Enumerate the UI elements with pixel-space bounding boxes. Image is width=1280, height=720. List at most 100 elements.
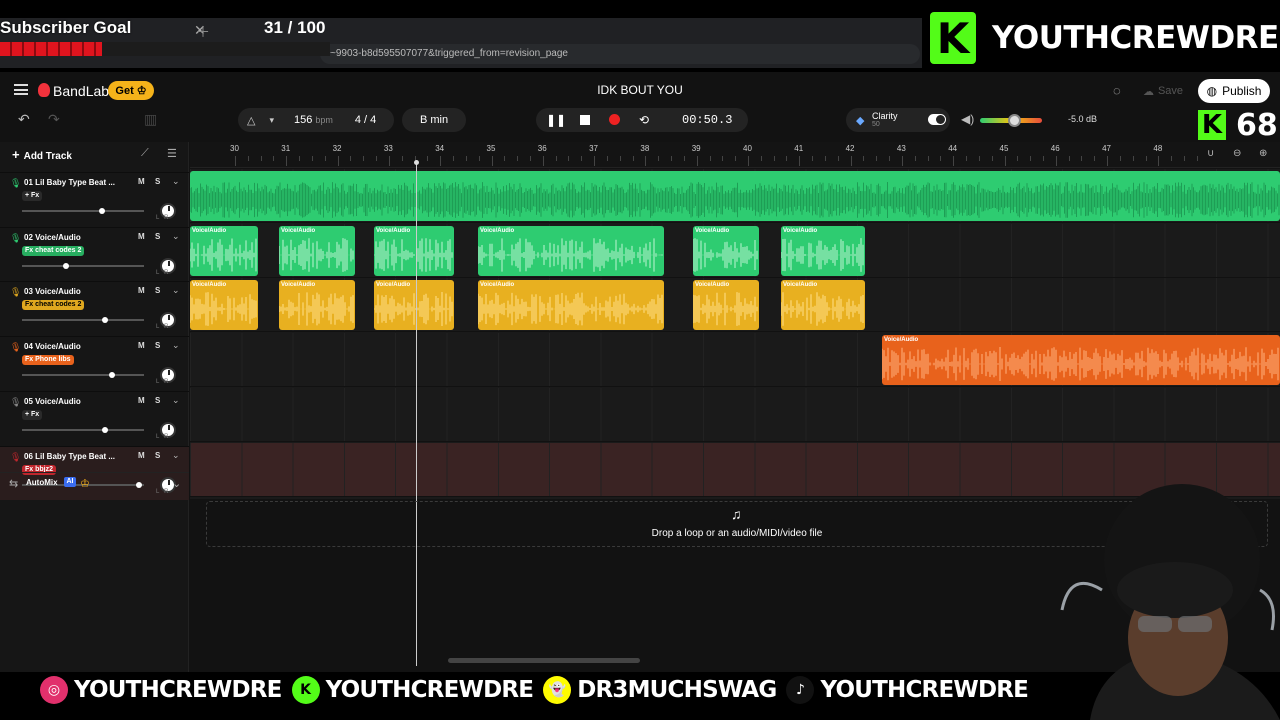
publish-button[interactable]: ◍ Publish bbox=[1198, 79, 1270, 103]
track-header[interactable]: 🎙 04 Voice/Audio Fx Phone libs M S ⌄ L R bbox=[0, 336, 189, 390]
audio-clip[interactable]: Voice/Audio bbox=[478, 225, 664, 276]
track-lanes[interactable]: Voice/Audio Voice/Audio Voice/Audio Voice/A… bbox=[190, 169, 1280, 499]
time-signature[interactable]: 4 / 4 bbox=[355, 114, 376, 126]
solo-button[interactable]: S bbox=[155, 286, 160, 295]
pause-icon[interactable]: ❚❚ bbox=[546, 112, 566, 128]
timeline-ruler[interactable]: ∪ ⊖ ⊕ 30 31 32 33 34 35 36 37 38 39 40 41 42 43 44 45 46… bbox=[190, 142, 1280, 168]
track-name[interactable]: 06 Lil Baby Type Beat ... bbox=[24, 452, 118, 461]
wand-icon[interactable]: ⟋ bbox=[141, 147, 149, 160]
volume-knob[interactable] bbox=[1008, 114, 1022, 127]
track-lane[interactable]: Voice/Audio Voice/Audio Voice/Audio Voice/A… bbox=[190, 278, 1280, 333]
fx-badge[interactable]: + Fx bbox=[22, 191, 43, 201]
audio-clip[interactable]: Voice/Audio bbox=[781, 225, 865, 276]
solo-button[interactable]: S bbox=[155, 177, 160, 186]
track-header[interactable]: 🎙 02 Voice/Audio Fx cheat codes 2 M S ⌄ … bbox=[0, 226, 189, 281]
key-selector[interactable]: B min bbox=[402, 108, 466, 132]
tempo-control[interactable]: △ ▾ 156 bpm 4 / 4 bbox=[238, 108, 394, 132]
audio-clip[interactable]: Voice/Audio bbox=[190, 280, 258, 331]
project-title[interactable]: IDK BOUT YOU bbox=[0, 83, 1280, 97]
track-name[interactable]: 04 Voice/Audio bbox=[24, 342, 118, 351]
clarity-toggle[interactable] bbox=[928, 114, 946, 125]
mute-button[interactable]: M bbox=[138, 286, 145, 295]
track-lane[interactable]: Voice/Audio Voice/Audio Voice/Audio Voice/A… bbox=[190, 223, 1280, 278]
track-name[interactable]: 03 Voice/Audio bbox=[24, 287, 118, 296]
audio-clip[interactable]: Voice/Audio bbox=[693, 280, 759, 331]
solo-button[interactable]: S bbox=[155, 232, 160, 241]
fx-badge[interactable]: + Fx bbox=[22, 409, 43, 420]
mic-icon[interactable]: 🎙 bbox=[10, 397, 21, 408]
track-lane[interactable] bbox=[190, 169, 1280, 223]
track-name[interactable]: 02 Voice/Audio bbox=[24, 233, 118, 242]
keyboard-icon[interactable]: ▥ bbox=[144, 111, 157, 128]
chevron-down-icon[interactable]: ⌄ bbox=[172, 340, 180, 351]
chevron-down-icon[interactable]: ⌄ bbox=[172, 395, 180, 406]
tracks-settings-icon[interactable]: ☰ bbox=[167, 147, 177, 160]
chevron-down-icon[interactable]: ⌄ bbox=[172, 231, 180, 242]
mic-icon[interactable]: 🎙 bbox=[10, 233, 21, 244]
track-lane[interactable]: Voice/Audio bbox=[190, 333, 1280, 388]
chevron-down-icon[interactable]: ⌄ bbox=[172, 285, 180, 296]
redo-icon[interactable]: ↷ bbox=[48, 111, 60, 128]
fader-knob[interactable] bbox=[63, 262, 70, 269]
loop-icon[interactable]: ⟲ bbox=[636, 112, 652, 128]
mic-icon[interactable]: 🎙 bbox=[10, 342, 21, 353]
chevron-down-icon[interactable]: ▾ bbox=[269, 115, 274, 126]
speaker-icon[interactable]: ◀) bbox=[961, 112, 974, 126]
track-lane[interactable] bbox=[190, 387, 1280, 442]
audio-clip[interactable]: Voice/Audio bbox=[279, 225, 355, 276]
mic-icon[interactable]: 🎙 bbox=[10, 452, 21, 463]
audio-clip[interactable]: Voice/Audio bbox=[374, 225, 454, 276]
mute-button[interactable]: M bbox=[138, 177, 145, 186]
bpm-value[interactable]: 156 bbox=[294, 114, 312, 126]
volume-fader[interactable] bbox=[22, 317, 144, 324]
audio-clip[interactable]: Voice/Audio bbox=[190, 225, 258, 276]
audio-clip[interactable]: Voice/Audio bbox=[478, 280, 664, 331]
audio-clip[interactable]: Voice/Audio bbox=[279, 280, 355, 331]
volume-fader[interactable] bbox=[22, 426, 144, 433]
metronome-icon[interactable]: △ bbox=[247, 114, 255, 127]
chevron-down-icon[interactable]: ⌄ bbox=[172, 176, 180, 187]
fader-knob[interactable] bbox=[102, 426, 109, 433]
playhead[interactable] bbox=[414, 160, 419, 666]
mute-button[interactable]: M bbox=[138, 396, 145, 405]
fx-badge[interactable]: Fx cheat codes 2 bbox=[22, 245, 85, 256]
fx-badge[interactable]: Fx cheat codes 2 bbox=[22, 300, 85, 311]
audio-clip[interactable]: Voice/Audio bbox=[693, 225, 759, 276]
stop-icon[interactable] bbox=[580, 115, 590, 125]
fader-knob[interactable] bbox=[102, 317, 109, 324]
audio-clip[interactable]: Voice/Audio bbox=[781, 280, 865, 331]
chevron-down-icon[interactable]: ⌄ bbox=[172, 450, 180, 461]
solo-button[interactable]: S bbox=[155, 396, 160, 405]
automix-row[interactable]: ⇆ AutoMix AI ♔ ⌄ bbox=[0, 472, 189, 494]
fader-knob[interactable] bbox=[109, 372, 116, 379]
undo-icon[interactable]: ↶ bbox=[18, 111, 30, 128]
volume-fader[interactable] bbox=[22, 208, 144, 214]
audio-clip[interactable] bbox=[190, 171, 1280, 221]
audio-clip[interactable]: Voice/Audio bbox=[882, 335, 1280, 386]
track-header[interactable]: 🎙 01 Lil Baby Type Beat ... + Fx M S ⌄ L… bbox=[0, 172, 189, 226]
magnet-icon[interactable]: ∪ bbox=[1207, 148, 1214, 159]
master-volume-slider[interactable] bbox=[980, 114, 1042, 127]
zoom-in-icon[interactable]: ⊕ bbox=[1259, 148, 1267, 159]
mute-button[interactable]: M bbox=[138, 232, 145, 241]
volume-fader[interactable] bbox=[22, 262, 144, 269]
record-icon[interactable] bbox=[609, 114, 620, 125]
zoom-out-icon[interactable]: ⊖ bbox=[1233, 148, 1241, 159]
mic-icon[interactable]: 🎙 bbox=[10, 178, 21, 189]
clarity-control[interactable]: ◆ Clarity 50 bbox=[846, 108, 950, 132]
solo-button[interactable]: S bbox=[155, 341, 160, 350]
add-track-button[interactable]: + Add Track bbox=[12, 147, 72, 162]
chevron-down-icon[interactable]: ⌄ bbox=[172, 477, 181, 490]
track-header[interactable]: 🎙 03 Voice/Audio Fx cheat codes 2 M S ⌄ … bbox=[0, 281, 189, 335]
fader-knob[interactable] bbox=[98, 208, 105, 214]
track-header[interactable]: 🎙 05 Voice/Audio + Fx M S ⌄ L R bbox=[0, 390, 189, 445]
fx-badge[interactable]: Fx Phone libs bbox=[22, 355, 74, 366]
mute-button[interactable]: M bbox=[138, 451, 145, 460]
solo-button[interactable]: S bbox=[155, 451, 160, 460]
mute-button[interactable]: M bbox=[138, 341, 145, 350]
save-button[interactable]: ☁ Save bbox=[1134, 80, 1192, 102]
horizontal-scrollbar[interactable] bbox=[448, 658, 640, 663]
mic-icon[interactable]: 🎙 bbox=[10, 287, 21, 298]
volume-fader[interactable] bbox=[22, 372, 144, 379]
track-name[interactable]: 05 Voice/Audio bbox=[24, 397, 118, 406]
